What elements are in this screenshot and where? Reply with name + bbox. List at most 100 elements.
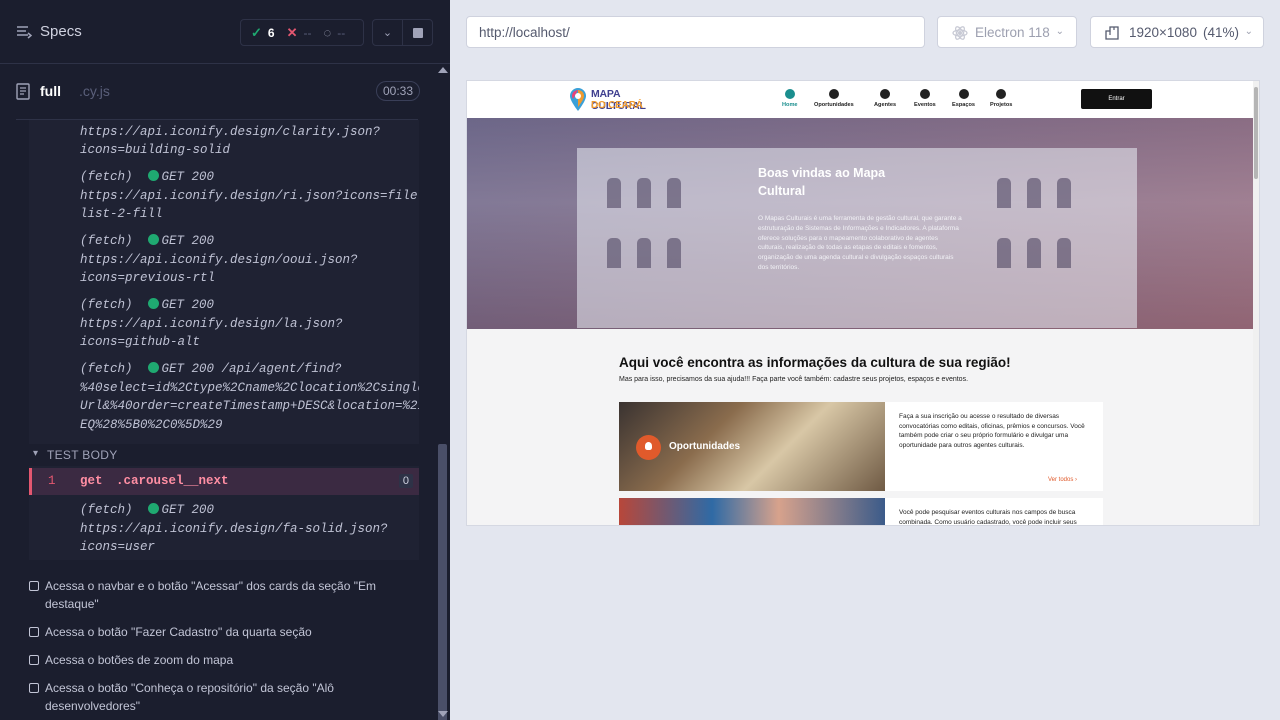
app-scrollbar[interactable] [1253,81,1259,525]
log-line: icons=previous-rtl [80,271,216,285]
test-stats: ✓ 6 ✕ -- ◌ -- [240,19,364,46]
chevron-down-icon: ▾ [33,448,39,459]
test-title: Acessa o navbar e o botão "Acessar" dos … [45,579,376,611]
reporter-scrollbar[interactable] [436,64,450,720]
log-line: https://api.iconify.design/ri.json?icons… [80,189,419,203]
nav-oportunidades[interactable]: Oportunidades [814,89,854,108]
ruler-icon [1105,26,1119,40]
log-line: EQ%28%5B0%2C0%5D%29 [80,418,223,432]
spec-file-name: full [40,83,61,99]
building-window [997,178,1011,208]
hero-banner: Boas vindas ao Mapa Cultural O Mapas Cul… [467,118,1255,329]
nav-home[interactable]: Home [782,89,798,108]
status-success-icon [147,362,159,373]
log-line: %40select=id%2Ctype%2Cname%2Clocation%2C… [80,381,419,395]
info-section: Aqui você encontra as informações da cul… [467,329,1255,526]
spec-file-ext: .cy.js [79,83,110,99]
nav-label: Home [782,102,798,108]
failed-count: -- [303,25,312,40]
building-window [607,238,621,268]
site-logo[interactable]: MAPA CULTURAL DO CEARÁ [569,87,669,113]
passed-stat: ✓ 6 [251,25,275,41]
stop-icon [412,27,423,38]
nav-label: Eventos [914,102,936,108]
status-success-icon [147,170,159,181]
logo-line2: DO CEARÁ [591,100,643,111]
specs-list-icon[interactable] [16,24,32,40]
specs-header: Specs ✓ 6 ✕ -- ◌ -- ⌄ [0,0,450,64]
see-all-link[interactable]: Ver todos › [1048,477,1077,483]
specs-title[interactable]: Specs [40,23,82,40]
status-success-icon [147,234,159,245]
url-bar[interactable]: http://localhost/ [466,16,925,48]
hero-description: O Mapas Culturais é uma ferramenta de ge… [758,215,962,271]
viewport-scale: (41%) [1202,25,1239,40]
checkbox-icon [29,627,39,637]
nav-label: Projetos [990,102,1013,108]
nav-eventos[interactable]: Eventos [914,89,936,108]
log-line: https://api.iconify.design/clarity.json? [80,125,381,139]
log-line: https://api.iconify.design/la.json? [80,317,343,331]
scrollbar-thumb[interactable] [1254,87,1258,179]
log-line: icons=github-alt [80,335,201,349]
command-name: get [80,474,103,488]
opportunities-card[interactable]: Oportunidades Faça a sua inscrição ou ac… [619,402,1103,491]
scroll-down-icon[interactable] [438,711,448,717]
log-method: (fetch) GET 200 [80,234,215,248]
checkbox-icon [29,683,39,693]
app-under-test-panel: http://localhost/ Electron 118 ⌄ 1920×10… [450,0,1280,720]
section-subtitle: Mas para isso, precisamos da sua ajuda!!… [619,376,969,383]
spec-file-row[interactable]: full .cy.js 00:33 [16,80,420,104]
test-title: Acessa o botão "Fazer Cadastro" da quart… [45,625,312,639]
card-image: Oportunidades [619,402,885,491]
element-count-badge: 0 [398,474,413,488]
log-line: https://api.iconify.design/fa-solid.json… [80,522,388,536]
document-icon [16,83,30,100]
test-body-header[interactable]: ▾ TEST BODY [29,444,419,466]
scrollbar-thumb[interactable] [438,444,447,720]
failed-command-row[interactable]: 1 get .carousel__next 0 [29,468,419,495]
collapse-chevron-button[interactable]: ⌄ [372,19,403,46]
checkbox-icon [29,581,39,591]
test-title: Acessa o botão "Conheça o repositório" d… [45,681,334,713]
chevron-down-icon: ⌄ [1055,26,1064,37]
card-image [619,498,885,525]
log-method: (fetch) GET 200 /api/agent/find? [80,362,342,376]
section-title: Aqui você encontra as informações da cul… [619,355,1011,370]
building-window [607,178,621,208]
building-window [667,178,681,208]
nav-label: Espaços [952,102,976,108]
viewport-selector[interactable]: 1920×1080 (41%) ⌄ [1090,16,1264,48]
card-label: Oportunidades [669,441,741,452]
nav-projetos[interactable]: Projetos [990,89,1012,108]
building-window [1057,178,1071,208]
failed-stat: ✕ -- [287,25,312,41]
browser-name: Electron 118 [975,25,1050,40]
nav-agentes[interactable]: Agentes [874,89,896,108]
building-window [667,238,681,268]
scroll-up-icon[interactable] [438,67,448,73]
card-description: Faça a sua inscrição ou acesse o resulta… [899,413,1085,449]
users-icon [880,89,891,99]
reporter-panel: Specs ✓ 6 ✕ -- ◌ -- ⌄ full .cy.js 00:33 … [0,0,450,720]
hero-title: Boas vindas ao Mapa Cultural [758,166,886,198]
building-window [1057,238,1071,268]
electron-icon [952,26,968,40]
stop-button[interactable] [402,19,433,46]
log-method: (fetch) GET 200 [80,298,215,312]
building-icon [958,89,969,99]
browser-selector[interactable]: Electron 118 ⌄ [937,16,1077,48]
nav-espacos[interactable]: Espaços [952,89,975,108]
test-title: Acessa o botões de zoom do mapa [45,653,234,667]
enter-button[interactable]: Entrar [1081,89,1152,109]
log-method: (fetch) GET 200 [80,170,215,184]
building-window [637,238,651,268]
app-iframe: MAPA CULTURAL DO CEARÁ Home Oportunidade… [466,80,1260,526]
card-description: Você pode pesquisar eventos culturais no… [899,509,1077,526]
building-window [997,238,1011,268]
events-card[interactable]: Você pode pesquisar eventos culturais no… [619,498,1103,526]
pending-stat: ◌ -- [324,25,346,40]
building-window [1027,238,1041,268]
map-pin-logo-icon [570,88,586,111]
site-navbar: MAPA CULTURAL DO CEARÁ Home Oportunidade… [467,81,1255,118]
